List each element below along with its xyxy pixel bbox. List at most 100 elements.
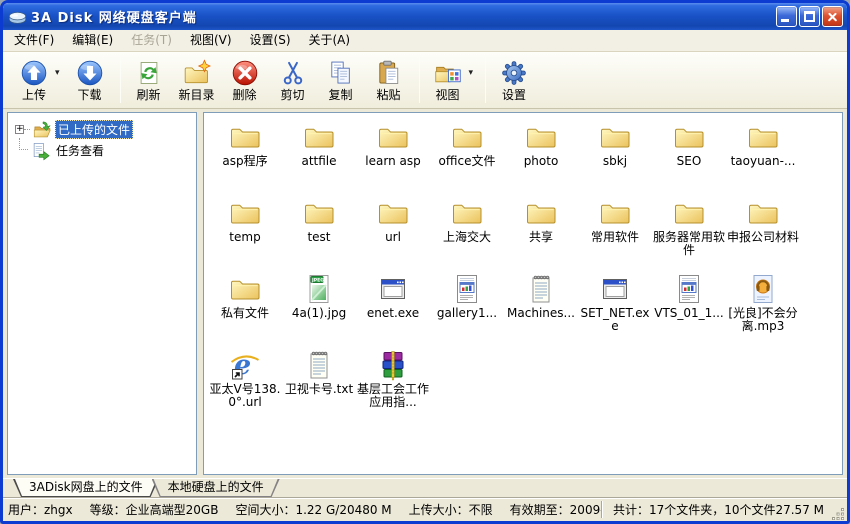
webdoc-icon — [673, 273, 705, 305]
view-button[interactable]: 视图▾ — [425, 56, 479, 105]
file-item[interactable]: SET_NET.exe — [578, 273, 652, 349]
file-item[interactable]: learn asp — [356, 121, 430, 197]
refresh-icon — [135, 59, 163, 87]
minimize-button[interactable] — [776, 6, 797, 27]
folder-icon — [229, 197, 261, 229]
file-item[interactable]: gallery1... — [430, 273, 504, 349]
close-button[interactable] — [822, 6, 843, 27]
file-item[interactable]: sbkj — [578, 121, 652, 197]
file-item[interactable]: 私有文件 — [208, 273, 282, 349]
tree-connector — [24, 129, 30, 130]
resize-grip-icon[interactable] — [832, 508, 845, 521]
dropdown-arrow-icon[interactable]: ▾ — [55, 68, 60, 78]
dropdown-arrow-icon[interactable]: ▾ — [469, 68, 474, 78]
toolbar-button-label: 新目录 — [179, 88, 215, 102]
download-icon — [76, 59, 104, 87]
paste-button[interactable]: 粘贴 — [366, 56, 412, 105]
download-button[interactable]: 下载 — [67, 56, 113, 105]
file-item-label: 卫视卡号.txt — [282, 383, 356, 396]
file-item[interactable]: attfile — [282, 121, 356, 197]
folder-icon — [525, 197, 557, 229]
menu-item[interactable]: 视图(V) — [181, 30, 241, 51]
toolbar-button-label: 上传 — [22, 88, 46, 102]
status-segment: 空间大小：1.22 G/20480 M — [235, 501, 391, 518]
copy-icon — [327, 59, 355, 87]
file-item[interactable]: 上海交大 — [430, 197, 504, 273]
file-item-label: photo — [504, 155, 578, 168]
file-item[interactable]: 卫视卡号.txt — [282, 349, 356, 425]
file-item[interactable]: 4a(1).jpg — [282, 273, 356, 349]
toolbar-separator — [120, 57, 121, 103]
file-item-label: url — [356, 231, 430, 244]
bottom-tab-bar: 3ADisk网盘上的文件本地硬盘上的文件 — [3, 478, 847, 497]
file-item[interactable]: asp程序 — [208, 121, 282, 197]
menu-item[interactable]: 编辑(E) — [63, 30, 122, 51]
menu-item: 任务(T) — [122, 30, 181, 51]
menu-item[interactable]: 设置(S) — [241, 30, 300, 51]
file-item[interactable]: [光良]不会分离.mp3 — [726, 273, 800, 349]
copy-button[interactable]: 复制 — [318, 56, 364, 105]
file-item-label: sbkj — [578, 155, 652, 168]
file-item[interactable]: temp — [208, 197, 282, 273]
file-item-label: SET_NET.exe — [578, 307, 652, 333]
file-item[interactable]: VTS_01_1... — [652, 273, 726, 349]
menu-item[interactable]: 文件(F) — [5, 30, 63, 51]
notepad-icon — [525, 273, 557, 305]
file-item[interactable]: enet.exe — [356, 273, 430, 349]
file-item-label: 私有文件 — [208, 307, 282, 320]
file-item[interactable]: test — [282, 197, 356, 273]
file-item-label: taoyuan-... — [726, 155, 800, 168]
file-item[interactable]: SEO — [652, 121, 726, 197]
file-item-label: learn asp — [356, 155, 430, 168]
file-item[interactable]: 共享 — [504, 197, 578, 273]
cut-icon — [279, 59, 307, 87]
rar-icon — [377, 349, 409, 381]
folder-icon — [303, 121, 335, 153]
tree-item[interactable]: 任务查看 — [8, 140, 196, 161]
folder-tree-panel[interactable]: + 已上传的文件任务查看 — [7, 112, 197, 475]
file-item[interactable]: 亚太V号138.0°.url — [208, 349, 282, 425]
view-icon — [434, 59, 462, 87]
window-title: 3A Disk 网络硬盘客户端 — [31, 7, 776, 26]
app-window: 3A Disk 网络硬盘客户端 文件(F)编辑(E)任务(T)视图(V)设置(S… — [0, 0, 850, 524]
folder-icon — [525, 121, 557, 153]
settings-button[interactable]: 设置 — [491, 56, 537, 105]
ie-shortcut-icon — [229, 349, 261, 381]
file-item-label: 服务器常用软件 — [652, 231, 726, 257]
menu-item[interactable]: 关于(A) — [300, 30, 360, 51]
refresh-button[interactable]: 刷新 — [126, 56, 172, 105]
delete-button[interactable]: 删除 — [222, 56, 268, 105]
expand-icon[interactable]: + — [15, 125, 24, 134]
tab-active[interactable]: 3ADisk网盘上的文件 — [13, 479, 159, 497]
tree-item-label[interactable]: 已上传的文件 — [55, 120, 133, 139]
files-panel[interactable]: asp程序attfilelearn aspoffice文件photosbkjSE… — [203, 112, 843, 475]
maximize-icon — [804, 11, 815, 22]
maximize-button[interactable] — [799, 6, 820, 27]
folder-icon — [451, 121, 483, 153]
title-bar[interactable]: 3A Disk 网络硬盘客户端 — [3, 3, 847, 30]
file-item[interactable]: 基层工会工作应用指... — [356, 349, 430, 425]
toolbar-button-label: 剪切 — [281, 88, 305, 102]
file-item[interactable]: 常用软件 — [578, 197, 652, 273]
file-item-label: attfile — [282, 155, 356, 168]
file-item-label: asp程序 — [208, 155, 282, 168]
settings-icon — [500, 59, 528, 87]
folder-icon — [451, 197, 483, 229]
toolbar-separator — [485, 57, 486, 103]
new-folder-button[interactable]: 新目录 — [174, 56, 220, 105]
upload-button[interactable]: 上传 ▾ — [11, 56, 65, 105]
file-item[interactable]: url — [356, 197, 430, 273]
file-item[interactable]: photo — [504, 121, 578, 197]
tab-inactive[interactable]: 本地硬盘上的文件 — [152, 479, 280, 497]
file-item[interactable]: office文件 — [430, 121, 504, 197]
file-item[interactable]: taoyuan-... — [726, 121, 800, 197]
file-item-label: 亚太V号138.0°.url — [208, 383, 282, 409]
file-item[interactable]: 服务器常用软件 — [652, 197, 726, 273]
cut-button[interactable]: 剪切 — [270, 56, 316, 105]
menu-bar: 文件(F)编辑(E)任务(T)视图(V)设置(S)关于(A) — [3, 30, 847, 52]
file-item[interactable]: Machines... — [504, 273, 578, 349]
tree-item-label[interactable]: 任务查看 — [53, 141, 107, 160]
file-item[interactable]: 申报公司材料 — [726, 197, 800, 273]
tab-label: 本地硬盘上的文件 — [168, 480, 264, 494]
tree-item[interactable]: + 已上传的文件 — [8, 119, 196, 140]
